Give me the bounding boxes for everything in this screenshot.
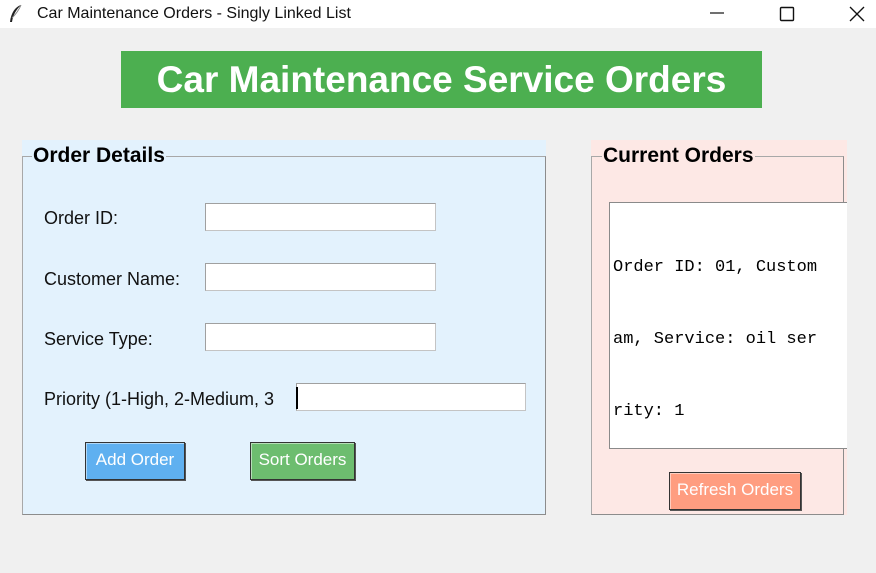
order-id-label: Order ID: [44, 208, 119, 228]
order-details-panel: Order Details Order ID: Customer Name: S… [22, 140, 546, 515]
close-icon [849, 6, 865, 22]
refresh-orders-button[interactable]: Refresh Orders [669, 472, 801, 510]
order-line: am, Service: oil ser [613, 330, 818, 349]
minimize-icon [710, 12, 724, 14]
order-id-input[interactable] [205, 203, 436, 231]
current-orders-panel: Current Orders Order ID: 01, Custom am, … [591, 140, 847, 515]
service-type-label: Service Type: [44, 329, 153, 349]
close-button[interactable] [834, 0, 876, 28]
service-type-input[interactable] [205, 323, 436, 351]
text-cursor [296, 387, 298, 409]
sort-orders-button[interactable]: Sort Orders [250, 442, 355, 480]
minimize-button[interactable] [694, 0, 740, 28]
customer-name-input[interactable] [205, 263, 436, 291]
window-title: Car Maintenance Orders - Singly Linked L… [37, 5, 351, 22]
maximize-icon [779, 6, 795, 22]
orders-text: Order ID: 01, Custom am, Service: oil se… [613, 208, 818, 448]
priority-label: Priority (1-High, 2-Medium, 3 [44, 389, 275, 409]
page-title: Car Maintenance Service Orders [121, 51, 762, 108]
add-order-button[interactable]: Add Order [85, 442, 185, 480]
app-window: Car Maintenance Orders - Singly Linked L… [0, 0, 876, 573]
current-orders-title: Current Orders [602, 144, 755, 168]
customer-name-label: Customer Name: [44, 269, 181, 289]
order-details-title: Order Details [32, 144, 166, 168]
orders-text-area[interactable]: Order ID: 01, Custom am, Service: oil se… [609, 202, 847, 449]
title-bar: Car Maintenance Orders - Singly Linked L… [0, 0, 876, 28]
order-line: Order ID: 01, Custom [613, 258, 818, 277]
order-line: rity: 1 [613, 402, 685, 421]
feather-icon [10, 4, 22, 22]
maximize-button[interactable] [764, 0, 810, 28]
priority-input[interactable] [296, 383, 526, 411]
